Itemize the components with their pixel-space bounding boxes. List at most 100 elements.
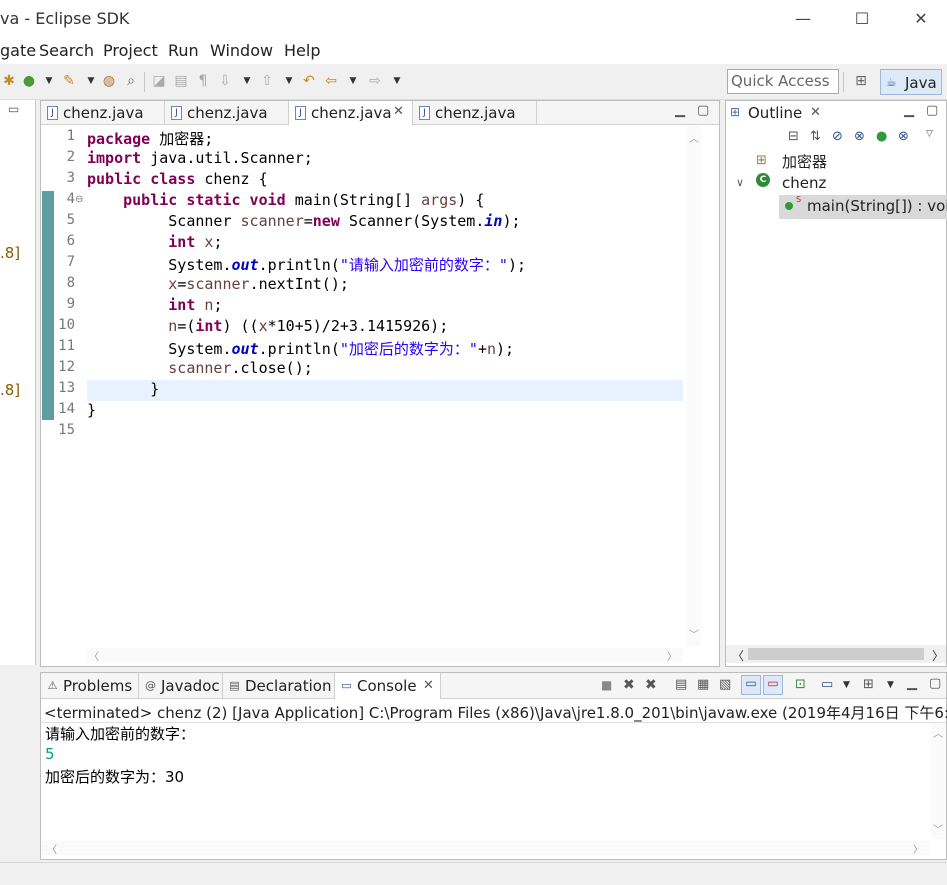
scroll-down-icon[interactable]: ﹀	[689, 626, 699, 641]
open-perspective-icon[interactable]: ⊞	[852, 72, 870, 90]
minimize-icon[interactable]: ▭	[8, 102, 19, 116]
scroll-thumb[interactable]	[748, 648, 924, 660]
scroll-right-icon[interactable]: 〉	[932, 647, 944, 664]
code-line: x=scanner.nextInt();	[168, 275, 349, 293]
chevron-down-icon[interactable]: ▼	[280, 72, 298, 90]
hide-fields-icon[interactable]: ⊘	[832, 129, 843, 144]
clear-console-icon[interactable]: ▤	[675, 677, 687, 692]
show-console-on-stdout-icon[interactable]: ▭	[741, 675, 761, 695]
close-window-button[interactable]: ✕	[906, 8, 936, 30]
tab-console[interactable]: ▭ Console ✕	[335, 673, 441, 699]
code-line: }	[87, 380, 160, 398]
editor-tab-active[interactable]: J chenz.java ✕	[289, 101, 413, 126]
code-line: int n;	[168, 296, 223, 314]
code-line: int x;	[168, 233, 223, 251]
maximize-icon[interactable]: ▢	[697, 103, 709, 118]
hide-static-icon[interactable]: ⊗	[854, 129, 865, 144]
hide-local-types-icon[interactable]: ⊗	[898, 129, 909, 144]
terminate-icon[interactable]: ■	[601, 678, 612, 692]
hide-non-public-icon[interactable]: ●	[876, 129, 887, 144]
pin-console-icon[interactable]: ⊡	[795, 677, 806, 692]
console-horizontal-scrollbar[interactable]: 〈 〉	[41, 841, 929, 856]
scroll-up-icon[interactable]: ︿	[933, 725, 943, 740]
menu-project[interactable]: Project	[103, 41, 158, 60]
scroll-lock-icon[interactable]: ▦	[697, 677, 709, 692]
outline-item-method[interactable]: main(String[]) : void	[807, 197, 947, 215]
editor-tab[interactable]: J chenz.java	[41, 101, 165, 125]
editor-tab[interactable]: J chenz.java	[165, 101, 289, 125]
close-tab-icon[interactable]: ✕	[423, 678, 434, 693]
minimize-icon[interactable]: ▁	[907, 676, 917, 691]
tab-problems[interactable]: ⚠ Problems	[41, 673, 139, 699]
scroll-right-icon[interactable]: 〉	[913, 841, 923, 856]
previous-annotation-icon[interactable]: ⇧	[258, 72, 276, 90]
menu-search[interactable]: Search	[39, 41, 94, 60]
toggle-block-selection-icon[interactable]: ▤	[172, 72, 190, 90]
quick-access-input[interactable]: Quick Access	[727, 69, 839, 94]
next-annotation-icon[interactable]: ⇩	[216, 72, 234, 90]
outline-horizontal-scrollbar[interactable]: 〈 〉	[726, 645, 946, 663]
maximize-button[interactable]: ☐	[847, 8, 877, 30]
tab-declaration[interactable]: ▤ Declaration	[223, 673, 335, 699]
back-arrow-icon[interactable]: ⇦	[322, 72, 340, 90]
title-bar: va - Eclipse SDK — ☐ ✕	[0, 0, 947, 38]
java-file-icon: J	[47, 106, 58, 120]
remove-launch-icon[interactable]: ✖	[623, 677, 635, 693]
maximize-icon[interactable]: ▢	[929, 676, 941, 691]
menu-help[interactable]: Help	[284, 41, 320, 60]
sort-icon[interactable]: ⇅	[810, 129, 821, 144]
toggle-mark-occurrences-icon[interactable]: ◪	[150, 72, 168, 90]
editor-tab[interactable]: J chenz.java	[413, 101, 537, 125]
word-wrap-icon[interactable]: ▧	[719, 677, 731, 692]
tab-javadoc[interactable]: @ Javadoc	[139, 673, 223, 699]
scroll-down-icon[interactable]: ﹀	[933, 821, 943, 836]
chevron-down-icon[interactable]: ▼	[40, 72, 58, 90]
close-view-icon[interactable]: ✕	[810, 105, 821, 120]
editor-vertical-scrollbar[interactable]: ︿ ﹀	[687, 126, 701, 646]
console-vertical-scrollbar[interactable]: ︿ ﹀	[931, 723, 945, 839]
remove-all-terminated-icon[interactable]: ✖	[645, 677, 657, 693]
chevron-down-icon[interactable]: ▼	[238, 72, 256, 90]
collapse-all-icon[interactable]: ⊟	[788, 129, 799, 144]
java-perspective-button[interactable]: ☕ Java	[880, 69, 942, 95]
outline-item-package[interactable]: 加密器	[782, 151, 827, 172]
tab-label: Declaration	[245, 677, 332, 695]
menu-navigate[interactable]: gate	[0, 41, 36, 60]
console-launch-status: <terminated> chenz (2) [Java Application…	[44, 704, 947, 722]
editor-horizontal-scrollbar[interactable]: 〈 〉	[87, 648, 683, 663]
new-java-package-icon[interactable]: ✱	[0, 72, 18, 90]
run-external-tools-icon[interactable]: ✎	[60, 72, 78, 90]
menu-run[interactable]: Run	[168, 41, 199, 60]
minimize-icon[interactable]: ▁	[904, 103, 914, 118]
close-tab-icon[interactable]: ✕	[393, 104, 404, 119]
open-type-icon[interactable]: ◍	[100, 72, 118, 90]
chevron-down-icon[interactable]: ▼	[82, 72, 100, 90]
last-edit-location-icon[interactable]: ↶	[300, 72, 318, 90]
chevron-down-icon[interactable]: ▼	[344, 72, 362, 90]
show-console-on-stderr-icon[interactable]: ▭	[763, 675, 783, 695]
search-icon[interactable]: ⌕	[122, 72, 140, 90]
show-whitespace-icon[interactable]: ¶	[194, 72, 212, 90]
display-selected-console-icon[interactable]: ▭	[821, 677, 833, 692]
chevron-down-icon[interactable]: ∨	[736, 176, 744, 189]
fold-collapse-icon[interactable]: ⊖	[75, 194, 83, 205]
view-menu-icon[interactable]: ▽	[926, 129, 933, 139]
scroll-left-icon[interactable]: 〈	[89, 648, 99, 663]
maximize-icon[interactable]: ▢	[926, 103, 938, 118]
scroll-right-icon[interactable]: 〉	[667, 648, 677, 663]
editor-tab-label: chenz.java	[63, 104, 144, 122]
scroll-up-icon[interactable]: ︿	[689, 130, 699, 145]
minimize-icon[interactable]: ▁	[675, 103, 685, 118]
menu-window[interactable]: Window	[210, 41, 273, 60]
scroll-left-icon[interactable]: 〈	[732, 647, 744, 664]
forward-arrow-icon[interactable]: ⇨	[366, 72, 384, 90]
outline-item-class[interactable]: chenz	[782, 174, 826, 192]
chevron-down-icon[interactable]: ▼	[843, 680, 850, 690]
chevron-down-icon[interactable]: ▼	[388, 72, 406, 90]
minimize-button[interactable]: —	[788, 8, 818, 30]
code-area[interactable]: package 加密器; import java.util.Scanner; p…	[87, 126, 683, 646]
chevron-down-icon[interactable]: ▼	[887, 680, 894, 690]
open-console-icon[interactable]: ⊞	[863, 677, 874, 692]
scroll-left-icon[interactable]: 〈	[47, 841, 57, 856]
new-class-icon[interactable]: ●	[20, 72, 38, 90]
